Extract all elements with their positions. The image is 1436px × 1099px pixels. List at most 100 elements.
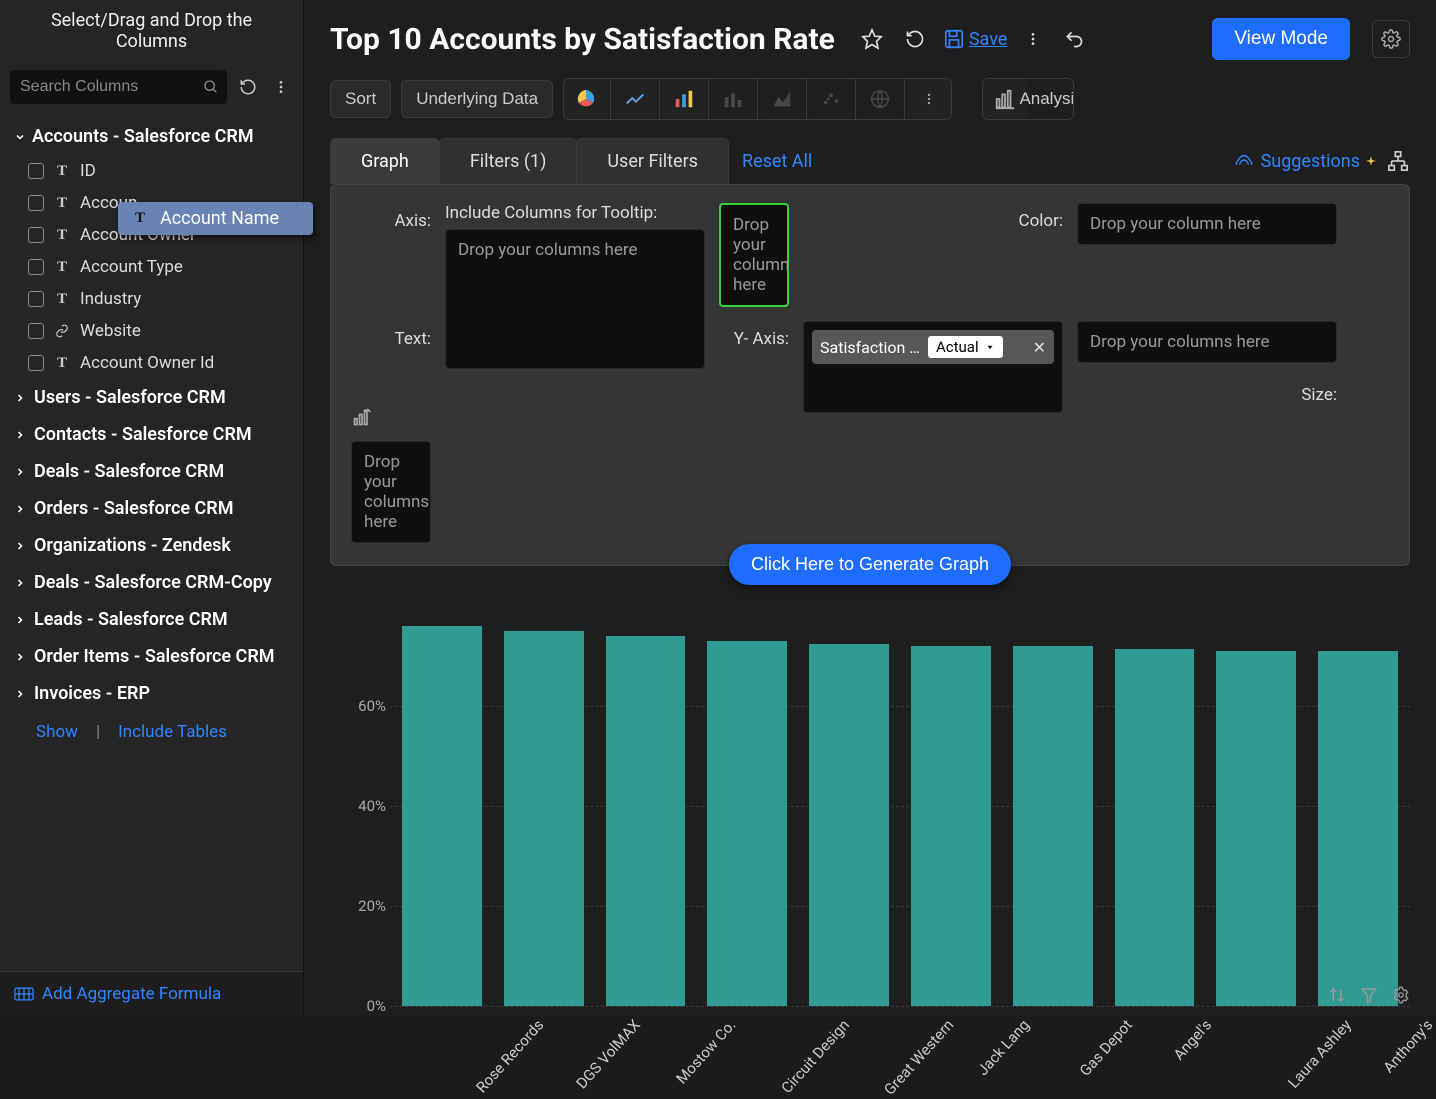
collapsed-group[interactable]: Leads - Salesforce CRM	[0, 601, 303, 638]
scatter-chart-icon[interactable]	[809, 79, 853, 119]
color-label: Color:	[803, 203, 1063, 231]
bar-slot: Circuit Design	[707, 606, 787, 1006]
yaxis-mode-select[interactable]: Actual	[928, 336, 1003, 358]
collapsed-group[interactable]: Deals - Salesforce CRM	[0, 453, 303, 490]
yaxis-mode-label: Actual	[936, 338, 979, 356]
yaxis-sort-icon[interactable]	[351, 377, 431, 427]
x-label: Circuit Design	[778, 1016, 853, 1097]
include-tables-link[interactable]: Include Tables	[118, 722, 227, 742]
bar[interactable]	[1216, 651, 1296, 1006]
size-dropzone[interactable]: Drop your columns here	[351, 441, 431, 543]
x-label: Jack Lang	[974, 1016, 1033, 1079]
y-tick: 60%	[358, 697, 386, 715]
tab-filters[interactable]: Filters (1)	[439, 138, 578, 184]
column-field[interactable]: TIndustry	[0, 283, 303, 315]
bar-chart-icon[interactable]	[662, 79, 706, 119]
reset-all-link[interactable]: Reset All	[742, 151, 812, 172]
collapsed-group[interactable]: Order Items - Salesforce CRM	[0, 638, 303, 675]
analysis-button[interactable]: Analysis	[1029, 79, 1073, 119]
x-label: Angel's	[1170, 1016, 1215, 1064]
column-field[interactable]: TAccount Owner Id	[0, 347, 303, 379]
field-label: Account Owner Id	[80, 353, 214, 373]
view-mode-button[interactable]: View Mode	[1212, 18, 1350, 60]
group-accounts[interactable]: Accounts - Salesforce CRM	[0, 118, 303, 155]
save-label: Save	[969, 29, 1008, 50]
checkbox[interactable]	[28, 259, 44, 275]
xaxis-dropzone[interactable]: Drop your column here	[719, 203, 789, 307]
checkbox[interactable]	[28, 323, 44, 339]
refresh-columns-button[interactable]	[235, 74, 261, 100]
sort-button[interactable]: Sort	[330, 80, 391, 118]
show-link[interactable]: Show	[36, 722, 78, 742]
bar-slot: Anthony's	[1318, 606, 1398, 1006]
line-chart-icon[interactable]	[613, 79, 657, 119]
bar[interactable]	[809, 644, 889, 1007]
header-more-button[interactable]	[1021, 25, 1045, 53]
search-columns[interactable]	[10, 70, 227, 104]
collapsed-group[interactable]: Deals - Salesforce CRM-Copy	[0, 564, 303, 601]
chart-type-more-icon[interactable]	[907, 79, 951, 119]
refresh-button[interactable]	[901, 25, 929, 53]
stacked-bar-icon[interactable]	[711, 79, 755, 119]
checkbox[interactable]	[28, 163, 44, 179]
add-aggregate-formula-link[interactable]: Add Aggregate Formula	[42, 984, 221, 1004]
column-field[interactable]: TID	[0, 155, 303, 187]
collapsed-group[interactable]: Users - Salesforce CRM	[0, 379, 303, 416]
bar[interactable]	[1318, 651, 1398, 1006]
remove-chip-icon[interactable]: ✕	[1033, 338, 1046, 357]
field-label: Website	[80, 321, 141, 341]
search-input[interactable]	[10, 70, 227, 104]
bar[interactable]	[504, 631, 584, 1006]
checkbox[interactable]	[28, 355, 44, 371]
undo-button[interactable]	[1059, 25, 1089, 53]
checkbox[interactable]	[28, 291, 44, 307]
yaxis-chip-label: Satisfaction …	[820, 338, 920, 357]
collapsed-group[interactable]: Contacts - Salesforce CRM	[0, 416, 303, 453]
yaxis-dropzone[interactable]: Satisfaction … Actual ✕	[803, 321, 1063, 413]
chevron-right-icon	[14, 688, 26, 700]
collapsed-group[interactable]: Organizations - Zendesk	[0, 527, 303, 564]
column-field[interactable]: TAccount Type	[0, 251, 303, 283]
bar[interactable]	[1013, 646, 1093, 1006]
bar[interactable]	[606, 636, 686, 1006]
underlying-data-button[interactable]: Underlying Data	[401, 80, 553, 118]
pie-chart-icon[interactable]	[564, 79, 608, 119]
save-button[interactable]: Save	[943, 28, 1008, 50]
filter-footer-icon[interactable]	[1360, 986, 1378, 1004]
bar[interactable]	[911, 646, 991, 1006]
sort-footer-icon[interactable]	[1328, 986, 1346, 1004]
bar[interactable]	[1115, 649, 1195, 1007]
columns-more-button[interactable]	[269, 75, 293, 99]
favorite-button[interactable]	[857, 24, 887, 54]
bar-slot: Mostow Co.	[606, 606, 686, 1006]
hierarchy-icon[interactable]	[1386, 150, 1410, 172]
x-label: Rose Records	[472, 1016, 547, 1096]
checkbox[interactable]	[28, 227, 44, 243]
settings-button[interactable]	[1372, 20, 1410, 58]
y-tick: 0%	[367, 997, 386, 1015]
bar[interactable]	[707, 641, 787, 1006]
map-chart-icon[interactable]	[858, 79, 902, 119]
text-dropzone[interactable]: Drop your columns here	[1077, 321, 1337, 363]
text-type-icon: T	[54, 259, 70, 276]
tab-graph[interactable]: Graph	[330, 138, 440, 184]
text-label: Text:	[351, 321, 431, 349]
checkbox[interactable]	[28, 195, 44, 211]
color-dropzone[interactable]: Drop your column here	[1077, 203, 1337, 245]
settings-footer-icon[interactable]	[1392, 986, 1410, 1004]
collapsed-group[interactable]: Invoices - ERP	[0, 675, 303, 712]
generate-graph-button[interactable]: Click Here to Generate Graph	[729, 544, 1011, 585]
yaxis-chip[interactable]: Satisfaction … Actual ✕	[812, 330, 1054, 364]
group-label: Organizations - Zendesk	[34, 535, 231, 556]
collapsed-group[interactable]: Orders - Salesforce CRM	[0, 490, 303, 527]
bar-slot: Gas Depot	[1013, 606, 1093, 1006]
size-label: Size:	[1077, 377, 1337, 405]
suggestions-link[interactable]: Suggestions	[1233, 151, 1376, 172]
column-field[interactable]: Website	[0, 315, 303, 347]
bar[interactable]	[402, 626, 482, 1006]
search-icon	[203, 79, 219, 95]
area-chart-icon[interactable]	[760, 79, 804, 119]
tooltip-dropzone[interactable]: Drop your columns here	[445, 229, 705, 369]
tab-user-filters[interactable]: User Filters	[576, 138, 729, 184]
y-tick: 40%	[358, 797, 386, 815]
